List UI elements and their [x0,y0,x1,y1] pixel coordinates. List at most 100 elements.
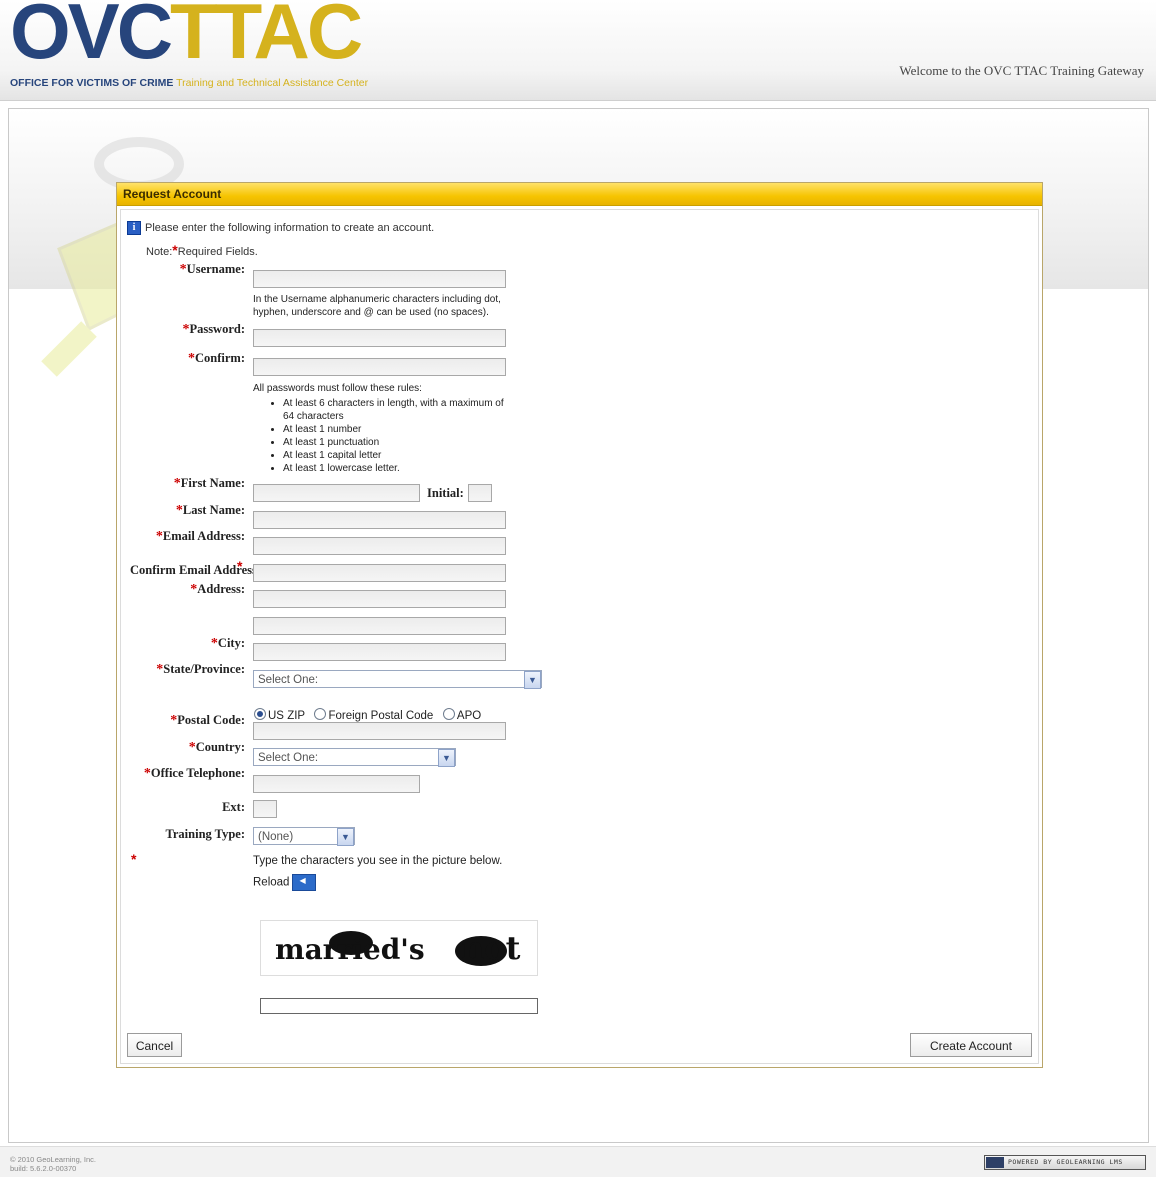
panel-body: i Please enter the following information … [120,209,1039,1064]
last-name-input[interactable] [253,511,506,529]
city-label: *City: [211,636,245,652]
header: OVCTTAC OFFICE FOR VICTIMS OF CRIME Trai… [0,0,1156,101]
last-name-label-text: Last Name: [182,503,245,517]
request-account-panel: Request Account i Please enter the follow… [116,182,1043,1068]
rules-intro: All passwords must follow these rules: [253,383,422,394]
initial-label: Initial: [427,486,464,500]
training-type-select[interactable]: (None) ▼ [253,827,355,846]
office-telephone-input[interactable] [253,775,420,793]
postal-label-text: Postal Code: [177,713,245,727]
postal-type-radios: US ZIP Foreign Postal Code APO [254,708,482,723]
first-name-label-text: First Name: [180,476,245,490]
country-select-value: Select One: [258,752,319,764]
welcome-text: Welcome to the OVC TTAC Training Gateway [899,63,1144,78]
confirm-email-input[interactable] [253,564,506,582]
footer: © 2010 GeoLearning, Inc. build: 5.6.2.0-… [0,1146,1156,1177]
create-account-button[interactable]: Create Account [910,1033,1032,1057]
info-icon: i [127,221,141,235]
required-asterisk: * [210,636,218,651]
rule-item: At least 6 characters in length, with a … [283,397,513,423]
required-asterisk: * [173,476,181,491]
first-name-label: *First Name: [174,476,245,492]
office-telephone-label: *Office Telephone: [144,766,245,782]
captcha-reload: Reload [253,874,317,891]
speaker-icon[interactable] [292,874,317,891]
initial-input[interactable] [468,484,492,502]
country-label-text: Country: [195,740,245,754]
copyright: © 2010 GeoLearning, Inc. build: 5.6.2.0-… [10,1155,96,1173]
password-input[interactable] [253,329,506,347]
powered-text: POWERED BY GEOLEARNING LMS [1008,1158,1123,1166]
captcha-prompt: Type the characters you see in the pictu… [253,855,503,867]
note-text: Required Fields. [177,246,258,258]
captcha-image: married's not [260,920,538,976]
us-label: US [268,710,284,722]
rules-list: At least 6 characters in length, with a … [253,397,513,475]
foreign-postal-label: Foreign Postal Code [328,710,434,722]
us-zip-radio[interactable] [254,708,266,720]
ovcttac-logo: OVCTTAC OFFICE FOR VICTIMS OF CRIME Trai… [8,0,388,94]
chevron-down-icon: ▼ [524,671,541,689]
city-label-text: City: [217,636,245,650]
country-label: *Country: [189,740,245,756]
state-label: *State/Province: [156,662,245,678]
logo-ttac: TTAC [170,0,363,75]
content-frame: Request Account i Please enter the follow… [8,108,1149,1143]
address-line1-input[interactable] [253,590,506,608]
username-input[interactable] [253,270,506,288]
logo-subtitle-office: OFFICE FOR VICTIMS OF CRIME [10,77,174,89]
postal-code-input[interactable] [253,722,506,740]
captcha-input[interactable] [260,998,538,1014]
password-label-text: Password: [189,322,245,336]
country-select[interactable]: Select One: ▼ [253,748,456,767]
password-label: *Password: [182,322,245,338]
ext-label: Ext: [222,800,245,814]
last-name-label: *Last Name: [176,503,245,519]
apo-radio[interactable] [442,708,455,720]
postal-code-label: *Postal Code: [170,713,245,729]
required-note: Note:*Required Fields. [146,242,258,258]
training-type-label: Training Type: [165,827,245,841]
captcha-word-1: married's [275,933,425,966]
rule-item: At least 1 lowercase letter. [283,462,513,475]
password-rules: All passwords must follow these rules: A… [253,382,513,475]
state-select-value: Select One: [258,674,319,686]
rule-item: At least 1 number [283,423,513,436]
first-name-input[interactable] [253,484,420,502]
cancel-button[interactable]: Cancel [127,1033,182,1057]
reload-link[interactable]: Reload [253,877,289,889]
logo-subtitle-center: Training and Technical Assistance Center [176,77,369,89]
ext-input[interactable] [253,800,277,818]
note-prefix: Note: [146,246,173,258]
required-asterisk: * [155,529,163,544]
chevron-down-icon: ▼ [438,749,455,767]
foreign-postal-radio[interactable] [314,708,327,720]
chevron-down-icon: ▼ [337,828,354,846]
confirm-label-text: Confirm: [195,351,245,365]
confirm-password-input[interactable] [253,358,506,376]
required-asterisk: * [175,503,183,518]
training-type-value: (None) [258,831,294,843]
username-help: In the Username alphanumeric characters … [253,294,501,318]
address-label-text: Address: [197,582,245,596]
required-asterisk: * [179,262,187,277]
required-asterisk: * [188,351,195,366]
powered-by-badge: POWERED BY GEOLEARNING LMS [984,1155,1146,1170]
required-asterisk: * [237,558,243,574]
captcha-graphic: married's not [275,929,521,967]
required-asterisk: * [188,740,196,755]
address-line2-input[interactable] [253,617,506,635]
required-asterisk: * [143,766,151,781]
address-label: *Address: [190,582,245,598]
state-select[interactable]: Select One: ▼ [253,670,542,689]
email-input[interactable] [253,537,506,555]
email-label: *Email Address: [156,529,245,545]
required-asterisk: * [131,851,137,867]
state-label-text: State/Province: [163,662,245,676]
confirm-password-label: *Confirm: [188,351,245,367]
email-label-text: Email Address: [162,529,245,543]
logo-ovc: OVC [10,0,173,75]
phone-label-text: Office Telephone: [150,766,245,780]
city-input[interactable] [253,643,506,661]
build-text: build: 5.6.2.0-00370 [10,1164,77,1173]
